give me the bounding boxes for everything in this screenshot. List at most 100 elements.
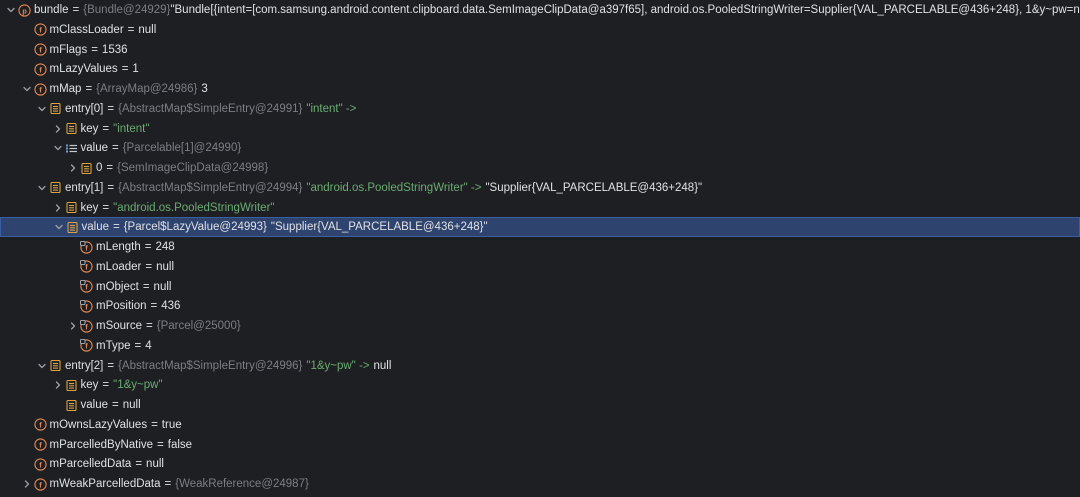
tree-row[interactable]: f mLoader = null <box>0 257 1080 277</box>
equals-sign: = <box>164 478 172 490</box>
tree-row[interactable]: 0 = {SemImageClipData@24998} <box>0 158 1080 178</box>
variable-name: mParcelledByNative <box>49 438 154 451</box>
tree-row[interactable]: key = "1&y~pw" <box>0 375 1080 395</box>
variable-name: mLazyValues <box>49 63 118 76</box>
equals-sign: = <box>145 260 153 273</box>
private-field-icon: f <box>80 280 93 293</box>
tree-row[interactable]: f mWeakParcelledData = {WeakReference@24987… <box>0 474 1080 494</box>
tree-row[interactable]: f mObject = null <box>0 277 1080 297</box>
object-reference: {Bundle@24929} <box>83 4 171 16</box>
equals-sign: = <box>151 418 158 431</box>
equals-sign: = <box>106 162 114 174</box>
tree-row[interactable]: f mParcelledByNative = false <box>0 435 1080 455</box>
equals-sign: = <box>102 122 110 135</box>
chevron-down-icon[interactable] <box>35 356 49 376</box>
variables-tree: p bundle = {Bundle@24929} "Bundle[{intent=[c… <box>0 0 1080 497</box>
variable-value: false <box>167 438 193 451</box>
object-reference: {ArrayMap@24986} <box>96 83 198 95</box>
value-result: null <box>373 359 392 372</box>
variable-name: bundle <box>34 4 69 16</box>
equals-sign: = <box>121 63 129 76</box>
svg-text:f: f <box>39 26 42 35</box>
entry-icon <box>49 102 62 115</box>
tree-row[interactable]: key = "android.os.PooledStringWriter" <box>0 198 1080 218</box>
chevron-down-icon[interactable] <box>4 0 18 20</box>
object-reference: {AbstractMap$SimpleEntry@24991} <box>118 102 303 115</box>
value-result: "Supplier{VAL_PARCELABLE@436+248}" <box>270 221 488 234</box>
equals-sign: = <box>107 181 115 194</box>
variable-value: null <box>156 260 175 273</box>
svg-text:f: f <box>39 45 42 54</box>
tree-row[interactable]: value = {Parcel$LazyValue@24993} "Supplier{… <box>0 217 1080 238</box>
svg-text:f: f <box>39 65 42 74</box>
chevron-right-icon[interactable] <box>51 198 65 218</box>
tree-row[interactable]: key = "intent" <box>0 119 1080 139</box>
variable-value: 1 <box>132 63 139 76</box>
tree-row[interactable]: f mParcelledData = null <box>0 454 1080 474</box>
tree-row[interactable]: f mPosition = 436 <box>0 296 1080 316</box>
variable-name: value <box>81 221 110 234</box>
chevron-down-icon[interactable] <box>51 138 65 158</box>
svg-text:f: f <box>85 263 88 272</box>
value-description: "1&y~pw" -> <box>306 359 370 372</box>
tree-row[interactable]: entry[2] = {AbstractMap$SimpleEntry@24996}… <box>0 356 1080 376</box>
chevron-down-icon[interactable] <box>20 79 34 99</box>
variable-value: null <box>146 458 164 471</box>
chevron-down-icon[interactable] <box>52 217 66 237</box>
tree-row[interactable]: p bundle = {Bundle@24929} "Bundle[{intent=[c… <box>0 0 1080 20</box>
tree-row[interactable]: f mFlags = 1536 <box>0 40 1080 60</box>
svg-text:f: f <box>85 302 88 311</box>
tree-row[interactable]: f mClassLoader = null <box>0 20 1080 40</box>
tree-row[interactable]: entry[1] = {AbstractMap$SimpleEntry@24994}… <box>0 178 1080 198</box>
chevron-right-icon[interactable] <box>51 119 65 139</box>
equals-sign: = <box>107 359 115 372</box>
equals-sign: = <box>113 221 120 234</box>
tree-row[interactable]: f mLength = 248 <box>0 237 1080 257</box>
chevron-down-icon[interactable] <box>35 178 49 198</box>
chevron-right-icon[interactable] <box>20 474 34 494</box>
variable-value: null <box>122 399 141 411</box>
variable-value: 3 <box>201 83 208 95</box>
tree-row[interactable]: value = {Parcelable[1]@24990} <box>0 138 1080 158</box>
equals-sign: = <box>144 241 152 253</box>
tree-row[interactable]: f mMap = {ArrayMap@24986} 3 <box>0 79 1080 99</box>
chevron-right-icon[interactable] <box>66 316 80 336</box>
tree-row[interactable]: f mLazyValues = 1 <box>0 59 1080 79</box>
svg-text:f: f <box>85 322 88 331</box>
chevron-right-icon[interactable] <box>51 375 65 395</box>
variable-value: 4 <box>145 339 152 352</box>
variable-name: mMap <box>49 83 82 95</box>
object-reference: {SemImageClipData@24998} <box>117 162 269 174</box>
parameter-icon: p <box>18 3 31 17</box>
variable-value: 248 <box>155 241 175 253</box>
variable-name: mParcelledData <box>49 458 132 471</box>
private-field-icon: f <box>80 319 93 333</box>
variable-value: null <box>138 23 157 36</box>
variable-name: mLength <box>96 241 141 253</box>
equals-sign: = <box>107 102 115 115</box>
equals-sign: = <box>157 438 164 451</box>
entry-icon <box>65 201 78 214</box>
private-field-icon: f <box>80 240 93 254</box>
value-description: "Bundle[{intent=[com.samsung.android.con… <box>170 4 1080 16</box>
tree-row[interactable]: f mType = 4 <box>0 336 1080 356</box>
entry-icon <box>66 221 79 234</box>
private-field-icon: f <box>80 260 93 273</box>
tree-row[interactable]: value = null <box>0 395 1080 415</box>
entry-icon <box>49 181 62 194</box>
chevron-right-icon[interactable] <box>66 158 80 178</box>
field-icon: f <box>33 438 47 451</box>
tree-row[interactable]: f mSource = {Parcel@25000} <box>0 316 1080 336</box>
variable-name: mLoader <box>96 260 142 273</box>
variable-name: entry[2] <box>65 359 104 372</box>
variable-value: true <box>161 418 182 431</box>
value-description: "android.os.PooledStringWriter" -> <box>306 181 482 194</box>
tree-row[interactable]: f mOwnsLazyValues = true <box>0 415 1080 435</box>
tree-row[interactable]: entry[0] = {AbstractMap$SimpleEntry@24991}… <box>0 99 1080 119</box>
equals-sign: = <box>146 320 153 332</box>
chevron-down-icon[interactable] <box>35 99 49 119</box>
